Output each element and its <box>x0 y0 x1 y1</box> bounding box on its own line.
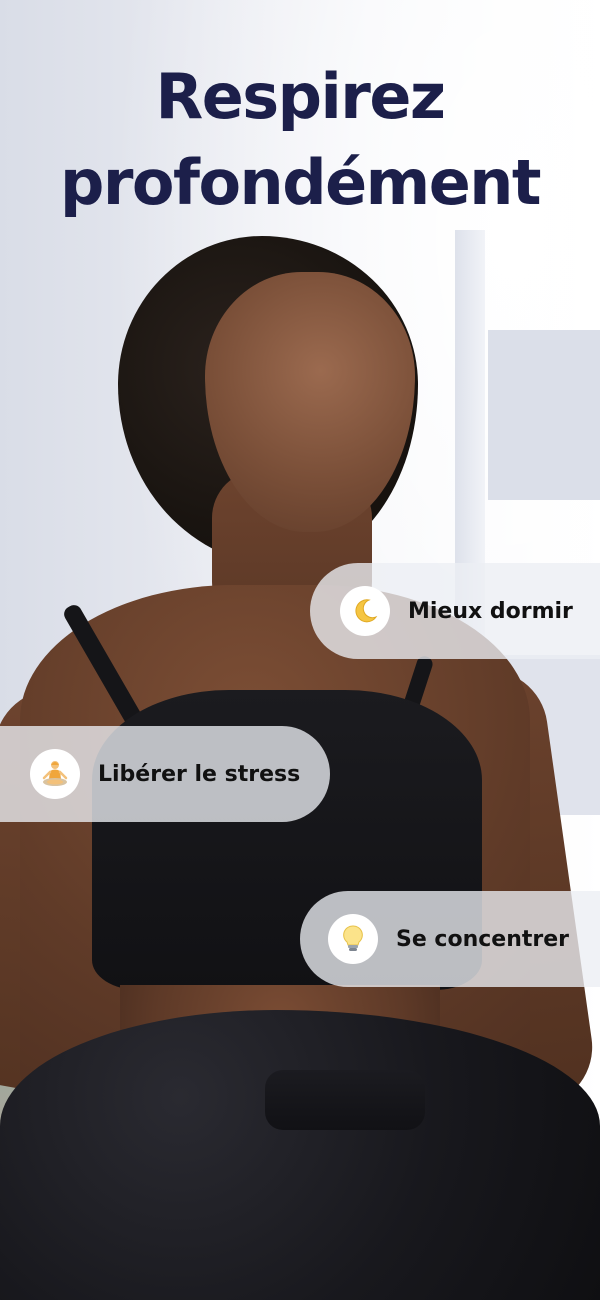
benefit-label: Mieux dormir <box>408 598 573 624</box>
leggings <box>0 1010 600 1300</box>
benefit-pill-sleep: Mieux dormir <box>310 563 600 659</box>
headline-line-1: Respirez <box>155 60 446 133</box>
leggings-waistband <box>265 1070 425 1130</box>
headline: Respirez profondément <box>0 54 600 226</box>
meditation-person-icon <box>30 749 80 799</box>
benefit-pill-focus: Se concentrer <box>300 891 600 987</box>
benefit-label: Libérer le stress <box>98 761 301 787</box>
light-bulb-icon <box>328 914 378 964</box>
benefit-label: Se concentrer <box>396 926 570 952</box>
crescent-moon-icon <box>340 586 390 636</box>
benefit-pill-stress: Libérer le stress <box>0 726 330 822</box>
headline-line-2: profondément <box>59 146 542 219</box>
